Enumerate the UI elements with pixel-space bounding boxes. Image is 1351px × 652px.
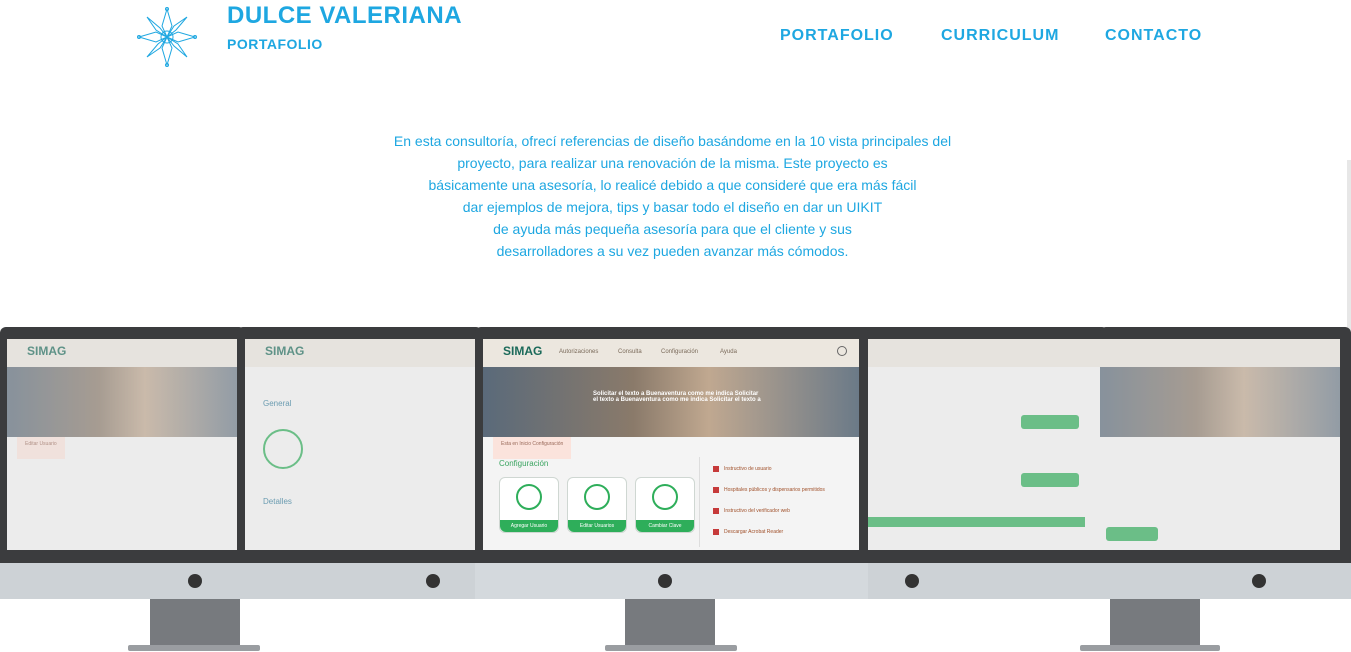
link-text: Descargar Acrobat Reader xyxy=(724,529,784,535)
monitor-mockup-center: SIMAG Autorizaciones Consulta Configurac… xyxy=(475,327,868,652)
card-label: Cambiar Clave xyxy=(636,520,694,532)
description-line: En esta consultoría, ofrecí referencias … xyxy=(393,133,952,149)
user-add-icon xyxy=(516,484,542,510)
menu-item: Autorizaciones xyxy=(559,349,599,355)
card-label: Agregar Usuario xyxy=(500,520,558,532)
pdf-icon xyxy=(713,507,719,514)
pdf-icon xyxy=(713,486,719,493)
menu-item: Configuración xyxy=(661,349,699,355)
app-logo: SIMAG xyxy=(265,344,305,358)
description-line: desarrolladores a su vez pueden avanzar … xyxy=(496,243,849,259)
app-logo: SIMAG xyxy=(503,344,543,358)
mockup-links: Instructivo de usuario Hospitales públic… xyxy=(713,459,825,543)
mockup-card: Agregar Usuario xyxy=(499,477,559,533)
nav-curriculum[interactable]: CURRICULUM xyxy=(941,27,1059,45)
pdf-icon xyxy=(713,465,719,472)
site-header: DULCE VALERIANA PORTAFOLIO PORTAFOLIO CU… xyxy=(0,0,1351,80)
power-icon xyxy=(837,346,847,356)
brand-name[interactable]: DULCE VALERIANA xyxy=(227,2,462,30)
monitor-mockup: SIMAG Editar Usuario xyxy=(0,327,260,652)
link-text: Instructivo del verificador web xyxy=(724,508,790,514)
nav-portafolio[interactable]: PORTAFOLIO xyxy=(780,27,894,45)
description-line: básicamente una asesoría, lo realicé deb… xyxy=(428,177,917,193)
menu-item: Ayuda xyxy=(720,349,737,355)
monitor-mockup xyxy=(855,327,1108,652)
project-description: En esta consultoría, ofrecí referencias … xyxy=(350,130,995,262)
monitor-mockup xyxy=(1080,327,1351,652)
mockup-tabs: Esta en Inicio Configuración xyxy=(493,437,572,459)
description-line: de ayuda más pequeña asesoría para que e… xyxy=(493,221,852,237)
link-text: Hospitales públicos y dispensarios permi… xyxy=(724,487,825,493)
link-text: Instructivo de usuario xyxy=(724,466,772,472)
user-edit-icon xyxy=(584,484,610,510)
monitor-mockups-image: SIMAG Editar Usuario SIMAG General Detal… xyxy=(0,320,1351,652)
snowflake-logo-icon[interactable] xyxy=(136,6,198,68)
description-line: dar ejemplos de mejora, tips y basar tod… xyxy=(462,199,883,215)
brand-subtitle: PORTAFOLIO xyxy=(227,36,323,52)
pdf-icon xyxy=(713,528,719,535)
mockup-section-title: Configuración xyxy=(499,459,549,468)
app-logo: SIMAG xyxy=(27,344,67,358)
mockup-card: Editar Usuarios xyxy=(567,477,627,533)
mockup-card: Cambiar Clave xyxy=(635,477,695,533)
card-label: Editar Usuarios xyxy=(568,520,626,532)
key-icon xyxy=(652,484,678,510)
menu-item: Consulta xyxy=(618,349,642,355)
monitor-mockup: SIMAG General Detalles xyxy=(237,327,482,652)
hero-text: Solicitar el texto a Buenaventura como m… xyxy=(593,391,761,403)
nav-contacto[interactable]: CONTACTO xyxy=(1105,27,1202,45)
description-line: proyecto, para realizar una renovación d… xyxy=(457,155,888,171)
